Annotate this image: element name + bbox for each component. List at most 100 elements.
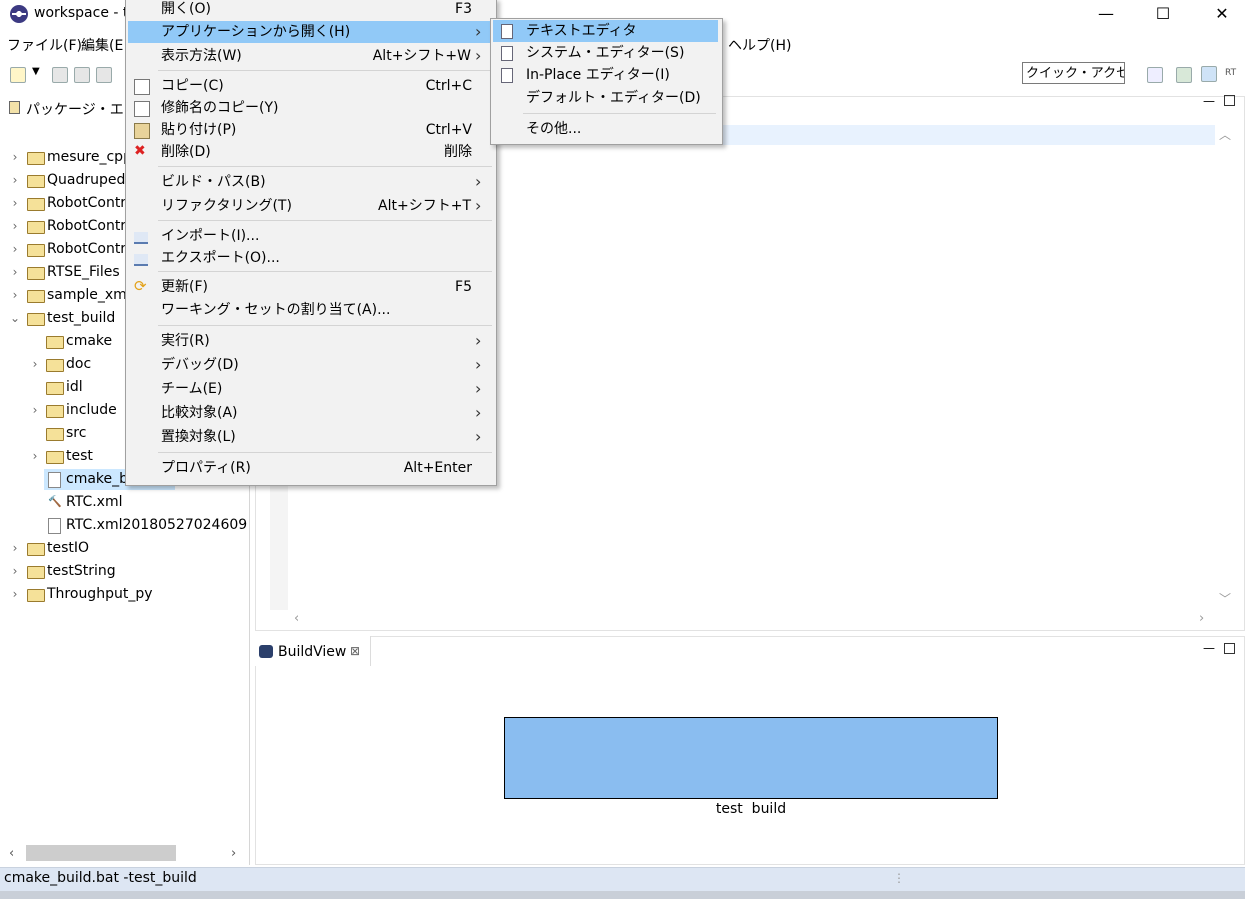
- rt-perspective-icon[interactable]: [1201, 66, 1217, 82]
- context-menu-item[interactable]: 表示方法(W) Alt+シフト+W ›: [125, 45, 495, 67]
- menu-file[interactable]: ファイル(F): [7, 35, 82, 55]
- new-icon[interactable]: [10, 67, 26, 83]
- context-menu-item[interactable]: ビルド・パス(B) ›: [125, 171, 495, 193]
- editor-scroll-left-icon[interactable]: ‹: [294, 611, 299, 626]
- eclipse-logo-icon: [10, 5, 28, 23]
- context-menu-item[interactable]: 比較対象(A) ›: [125, 402, 495, 424]
- chevron-right-icon[interactable]: ›: [10, 169, 20, 191]
- folder-icon: [46, 382, 64, 395]
- tree-item-label: mesure_cpp: [47, 149, 132, 165]
- build-view-title[interactable]: BuildView: [278, 644, 346, 660]
- tree-item[interactable]: 🔨 RTC.xml: [0, 491, 248, 513]
- context-menu-item[interactable]: 置換対象(L) ›: [125, 426, 495, 448]
- context-menu-item[interactable]: デバッグ(D) ›: [125, 354, 495, 376]
- submenu-arrow-icon: ›: [475, 196, 482, 215]
- scroll-up-icon[interactable]: ︿: [1219, 126, 1231, 143]
- bottom-maximize-icon[interactable]: [1224, 643, 1235, 654]
- menu-item-shortcut: Ctrl+C: [425, 78, 472, 94]
- dropdown-arrow-icon[interactable]: ▼: [32, 66, 40, 77]
- minimize-view-icon[interactable]: —: [1203, 94, 1215, 108]
- package-explorer-icon: [9, 101, 20, 114]
- submenu-arrow-icon: ›: [475, 46, 482, 65]
- rt-label-icon[interactable]: RT: [1225, 68, 1236, 78]
- close-tab-icon[interactable]: ⊠: [350, 644, 360, 658]
- context-menu-item[interactable]: アプリケーションから開く(H) ›: [125, 21, 495, 43]
- context-menu-item[interactable]: チーム(E) ›: [125, 378, 495, 400]
- open-perspective-icon[interactable]: [1147, 67, 1163, 83]
- submenu-item[interactable]: システム・エディター(S): [490, 42, 721, 64]
- submenu-item[interactable]: その他...: [490, 118, 721, 140]
- context-menu-item[interactable]: コピー(C) Ctrl+C: [125, 75, 495, 97]
- submenu-item-label: その他...: [526, 121, 582, 137]
- submenu-item[interactable]: テキストエディタ: [490, 20, 721, 42]
- menu-item-label: リファクタリング(T): [161, 198, 292, 214]
- tree-item-label: test: [66, 448, 93, 464]
- chevron-right-icon[interactable]: ›: [30, 445, 40, 467]
- chevron-right-icon[interactable]: ›: [10, 146, 20, 168]
- chevron-right-icon[interactable]: ›: [30, 353, 40, 375]
- minimize-button[interactable]: —: [1083, 0, 1129, 30]
- context-menu-item[interactable]: 開く(O) F3: [125, 0, 495, 20]
- context-menu-item[interactable]: プロパティ(R) Alt+Enter: [125, 457, 495, 479]
- tree-item-label: RobotContr: [47, 195, 127, 211]
- build-view-icon: [259, 645, 273, 658]
- context-menu-item[interactable]: ワーキング・セットの割り当て(A)...: [125, 299, 495, 321]
- context-menu-item[interactable]: 修飾名のコピー(Y): [125, 97, 495, 119]
- editor-horizontal-scrollbar[interactable]: [289, 610, 1215, 628]
- chevron-right-icon[interactable]: ›: [30, 399, 40, 421]
- window-title: workspace - t: [34, 5, 129, 21]
- context-menu-item[interactable]: 実行(R) ›: [125, 330, 495, 352]
- context-menu-item[interactable]: ✖ 削除(D) 削除: [125, 141, 495, 163]
- submenu-item[interactable]: デフォルト・エディター(D): [490, 87, 721, 109]
- file-icon: [48, 472, 61, 488]
- chevron-down-icon[interactable]: ⌄: [10, 307, 20, 329]
- print-icon[interactable]: [96, 67, 112, 83]
- build-component-box[interactable]: [504, 717, 998, 799]
- quick-access-input[interactable]: クイック・アクセス: [1022, 62, 1125, 84]
- menu-item-shortcut: Alt+Enter: [403, 460, 472, 476]
- context-menu-item[interactable]: 貼り付け(P) Ctrl+V: [125, 119, 495, 141]
- scrollbar-thumb[interactable]: [26, 845, 176, 861]
- context-menu-item[interactable]: インポート(I)...: [125, 225, 495, 247]
- scroll-right-icon[interactable]: ›: [231, 846, 236, 861]
- chevron-right-icon[interactable]: ›: [10, 215, 20, 237]
- project-folder-icon: [27, 221, 45, 234]
- submenu-item[interactable]: In-Place エディター(I): [490, 64, 721, 86]
- chevron-right-icon[interactable]: ›: [10, 284, 20, 306]
- maximize-button[interactable]: ☐: [1140, 0, 1186, 30]
- project-folder-icon: [27, 589, 45, 602]
- project-folder-icon: [27, 566, 45, 579]
- close-button[interactable]: ✕: [1199, 0, 1245, 30]
- chevron-right-icon[interactable]: ›: [10, 238, 20, 260]
- editor-scroll-right-icon[interactable]: ›: [1199, 611, 1204, 626]
- context-menu-item[interactable]: リファクタリング(T) Alt+シフト+T ›: [125, 195, 495, 217]
- menu-edit[interactable]: 編集(E: [81, 35, 123, 55]
- tree-item[interactable]: RTC.xml20180527024609: [0, 514, 248, 536]
- context-menu-item[interactable]: エクスポート(O)...: [125, 247, 495, 269]
- submenu-arrow-icon: ›: [475, 172, 482, 191]
- hammer-icon: 🔨: [48, 495, 62, 508]
- editor-vertical-scrollbar[interactable]: [1215, 125, 1243, 610]
- chevron-right-icon[interactable]: ›: [10, 537, 20, 559]
- tree-item[interactable]: › testIO: [0, 537, 248, 559]
- maximize-view-icon[interactable]: [1224, 95, 1235, 106]
- tree-item-label: src: [66, 425, 87, 441]
- menu-item-label: 貼り付け(P): [161, 122, 237, 138]
- scroll-left-icon[interactable]: ‹: [9, 846, 14, 861]
- submenu-item-label: テキストエディタ: [526, 23, 637, 39]
- scroll-down-icon[interactable]: ﹀: [1219, 590, 1231, 607]
- chevron-right-icon[interactable]: ›: [10, 192, 20, 214]
- java-perspective-icon[interactable]: [1176, 67, 1192, 83]
- save-all-icon[interactable]: [74, 67, 90, 83]
- context-menu-item[interactable]: ⟳ 更新(F) F5: [125, 276, 495, 298]
- save-icon[interactable]: [52, 67, 68, 83]
- tree-item[interactable]: › Throughput_py: [0, 583, 248, 605]
- chevron-right-icon[interactable]: ›: [10, 583, 20, 605]
- menu-help[interactable]: ヘルプ(H): [728, 35, 791, 55]
- menu-item-shortcut: F3: [455, 1, 472, 17]
- tree-item[interactable]: › testString: [0, 560, 248, 582]
- chevron-right-icon[interactable]: ›: [10, 261, 20, 283]
- bottom-minimize-icon[interactable]: —: [1203, 641, 1215, 655]
- chevron-right-icon[interactable]: ›: [10, 560, 20, 582]
- project-folder-icon: [27, 290, 45, 303]
